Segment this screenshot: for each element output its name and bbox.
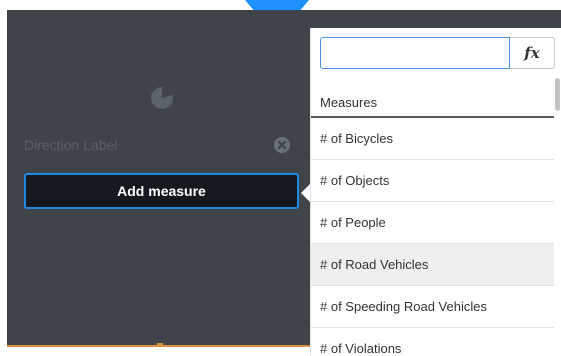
direction-label: Direction Label [24, 137, 118, 153]
scrollbar-track[interactable] [554, 76, 561, 356]
measure-dropdown: fx Measures # of Bicycles # of Objects #… [310, 28, 561, 356]
section-header-measures: Measures [311, 88, 554, 118]
search-input[interactable] [320, 37, 510, 69]
list-item[interactable]: # of Bicycles [311, 118, 554, 160]
list-item[interactable]: # of Speeding Road Vehicles [311, 286, 554, 328]
dropdown-caret [301, 184, 310, 202]
list-item[interactable]: # of Objects [311, 160, 554, 202]
measure-list: # of Bicycles # of Objects # of People #… [311, 118, 554, 356]
list-item[interactable]: # of Road Vehicles [311, 244, 554, 286]
list-item[interactable]: # of Violations [311, 328, 554, 356]
list-item[interactable]: # of People [311, 202, 554, 244]
fx-button[interactable]: fx [510, 37, 555, 69]
add-measure-button[interactable]: Add measure [24, 173, 299, 209]
scrollbar-thumb[interactable] [555, 78, 560, 111]
close-circle-icon[interactable] [273, 136, 291, 154]
pie-chart-icon [151, 87, 173, 109]
search-row: fx [320, 37, 555, 69]
